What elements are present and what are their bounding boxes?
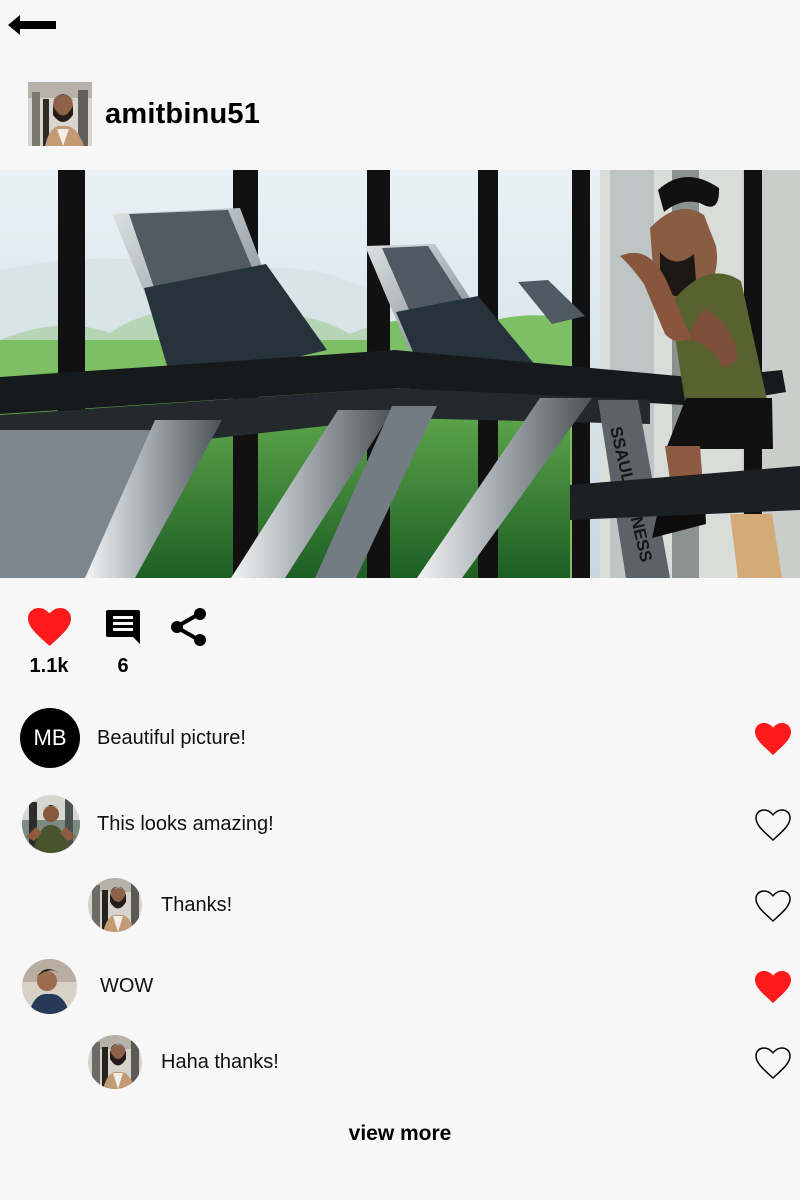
likes-count: 1.1k bbox=[29, 655, 69, 677]
heart-outline-icon bbox=[755, 889, 791, 922]
commenter-photo bbox=[22, 958, 77, 1014]
reply-avatar[interactable] bbox=[88, 878, 142, 932]
comment-like-button[interactable] bbox=[751, 803, 795, 847]
comment-text: Thanks! bbox=[161, 893, 233, 916]
commenter-avatar[interactable] bbox=[22, 795, 80, 853]
like-action: 1.1k bbox=[20, 602, 78, 678]
post-image: SSAULTFITNESS bbox=[0, 170, 800, 578]
comments-count: 6 bbox=[117, 655, 129, 677]
commenter-avatar[interactable] bbox=[22, 958, 77, 1014]
author-avatar-image bbox=[28, 82, 92, 146]
heart-filled-icon bbox=[755, 722, 791, 755]
comment-text: Beautiful picture! bbox=[97, 726, 246, 749]
commenter-photo bbox=[22, 795, 80, 853]
comment-text: Haha thanks! bbox=[161, 1050, 279, 1073]
reply-author-photo bbox=[88, 878, 142, 932]
heart-outline-icon bbox=[755, 808, 791, 841]
post-header: amitbinu51 bbox=[28, 82, 260, 146]
reply-avatar[interactable] bbox=[88, 1035, 142, 1089]
comment-like-button[interactable] bbox=[751, 717, 795, 761]
comment-button[interactable] bbox=[97, 602, 149, 652]
heart-filled-icon bbox=[27, 607, 71, 646]
author-avatar[interactable] bbox=[28, 82, 92, 146]
comment-like-button[interactable] bbox=[751, 1041, 795, 1085]
like-button[interactable] bbox=[23, 602, 75, 652]
comment-item: MB Beautiful picture! bbox=[20, 706, 800, 770]
comment-icon bbox=[106, 610, 140, 644]
comment-like-button[interactable] bbox=[751, 884, 795, 928]
post-actions: 1.1k 6 bbox=[0, 602, 300, 686]
comment-text: WOW bbox=[100, 974, 154, 997]
reply-item: Thanks! bbox=[88, 873, 800, 937]
share-action bbox=[160, 602, 218, 652]
comment-like-button[interactable] bbox=[751, 965, 795, 1009]
reply-author-photo bbox=[88, 1035, 142, 1089]
share-icon bbox=[171, 608, 206, 646]
gym-treadmill-photo: SSAULTFITNESS bbox=[0, 170, 800, 578]
back-button[interactable] bbox=[4, 8, 60, 42]
commenter-avatar[interactable]: MB bbox=[20, 708, 80, 768]
share-button[interactable] bbox=[163, 602, 215, 652]
heart-filled-icon bbox=[755, 970, 791, 1003]
comment-action: 6 bbox=[94, 602, 152, 678]
reply-item: Haha thanks! bbox=[88, 1030, 800, 1094]
comment-text: This looks amazing! bbox=[97, 812, 274, 835]
heart-outline-icon bbox=[755, 1046, 791, 1079]
comment-item: WOW bbox=[22, 954, 800, 1018]
username[interactable]: amitbinu51 bbox=[105, 98, 260, 131]
arrow-left-icon bbox=[8, 15, 56, 35]
view-more-button[interactable]: view more bbox=[300, 1113, 500, 1155]
comment-item: This looks amazing! bbox=[22, 792, 800, 856]
